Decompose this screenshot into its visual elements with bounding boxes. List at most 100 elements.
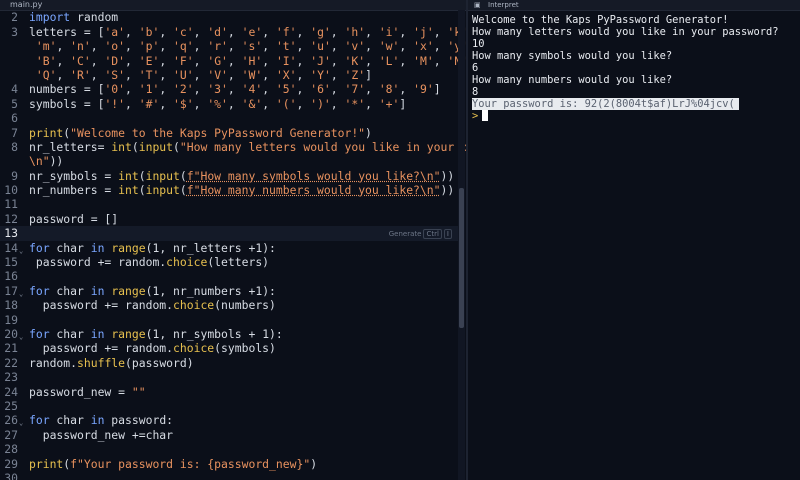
code-line[interactable]: 23 — [0, 370, 460, 384]
code-token: choice — [173, 298, 215, 313]
code-token: '!' — [104, 96, 126, 111]
code-token: ] — [399, 96, 407, 111]
line-number: 14 — [4, 240, 18, 255]
code-token: , — [193, 53, 208, 68]
code-line[interactable]: 19 — [0, 313, 460, 327]
code-token: 'f' — [275, 24, 297, 39]
code-line[interactable]: 5 symbols = ['!', '#', '$', '%', '&', '('… — [0, 97, 460, 111]
code-line[interactable]: 30 — [0, 471, 460, 480]
code-line[interactable]: 2 import random — [0, 10, 460, 24]
code-token: 's' — [241, 39, 263, 54]
code-text: password = [] — [29, 212, 118, 226]
line-number: 2 — [11, 10, 18, 25]
line-number: 8 — [11, 139, 18, 154]
code-line[interactable]: 6 — [0, 111, 460, 125]
code-line[interactable]: \n")) — [0, 154, 460, 168]
code-token: , — [296, 39, 311, 54]
code-token: , — [227, 39, 242, 54]
code-token: ')' — [310, 96, 331, 111]
code-line[interactable]: 26 ⌄ for char in password: — [0, 413, 460, 427]
code-line[interactable]: 'm', 'n', 'o', 'p', 'q', 'r', 's', 't', … — [0, 39, 466, 54]
code-line[interactable]: 'B', 'C', 'D', 'E', 'F', 'G', 'H', 'I', … — [0, 54, 466, 68]
code-token: 'K' — [344, 53, 366, 68]
code-token: password: — [104, 413, 174, 428]
line-number: 15 — [4, 255, 18, 270]
editor-scrollbar[interactable] — [459, 188, 464, 328]
code-line[interactable]: 24 password_new = "" — [0, 385, 460, 399]
code-token: , — [227, 96, 242, 111]
line-number: 6 — [11, 111, 18, 126]
code-token: 'C' — [70, 53, 91, 68]
console-line: 10 — [472, 38, 485, 50]
code-line[interactable]: 7 print("Welcome to the Kaps PyPassword G… — [0, 126, 460, 140]
code-token: ( — [138, 183, 146, 198]
code-token: 'E' — [138, 53, 160, 68]
code-text: for char in range(1, nr_letters +1): — [29, 241, 276, 255]
code-editor[interactable]: 1# Password Generator Project2import ran… — [0, 0, 466, 480]
code-text: nr_symbols = int(input(f"How many symbol… — [29, 169, 454, 183]
line-number: 26 — [4, 413, 18, 428]
code-token: '9' — [413, 82, 434, 97]
code-line[interactable]: 14 ⌄ for char in range(1, nr_letters +1): — [0, 241, 460, 255]
code-text: 'B', 'C', 'D', 'E', 'F', 'G', 'H', 'I', … — [29, 54, 466, 68]
code-token: password = [] — [29, 211, 119, 226]
console-line: How many symbols would you like? — [472, 50, 673, 62]
code-token: 'S' — [104, 67, 126, 82]
terminal-icon: ▣ — [474, 1, 481, 9]
code-line[interactable]: 9 nr_symbols = int(input(f"How many symbo… — [0, 169, 460, 183]
code-line[interactable]: 29 print(f"Your password is: {password_ne… — [0, 457, 460, 471]
code-line[interactable]: 21 password += random.choice(symbols) — [0, 341, 460, 355]
code-line[interactable]: 15 password += random.choice(letters) — [0, 255, 460, 269]
code-token: 'w' — [378, 39, 400, 54]
file-tab[interactable]: main.py — [10, 0, 42, 10]
code-line[interactable]: 8 nr_letters= int(input("How many letters… — [0, 139, 466, 154]
code-token: (letters) — [207, 255, 270, 270]
console-input-line[interactable]: > — [472, 110, 779, 122]
line-number: 4 — [11, 82, 18, 97]
code-token: , — [296, 96, 311, 111]
line-number: 16 — [4, 269, 18, 284]
code-line[interactable]: 'Q', 'R', 'S', 'T', 'U', 'V', 'W', 'X', … — [0, 68, 460, 82]
code-line[interactable]: 12 password = [] — [0, 212, 460, 226]
code-token: (1, nr_letters +1): — [145, 240, 276, 255]
code-token: 'h' — [344, 24, 366, 39]
code-line[interactable]: 16 — [0, 269, 460, 283]
code-line[interactable]: 18 password += random.choice(numbers) — [0, 298, 460, 312]
code-token: '%' — [207, 96, 228, 111]
generate-hint[interactable]: Generate Ctrl I — [389, 227, 452, 241]
code-line[interactable]: 22 random.shuffle(password) — [0, 356, 460, 370]
code-token: 'e' — [241, 24, 263, 39]
line-number: 12 — [4, 211, 18, 226]
code-token: password_new = — [29, 384, 132, 399]
code-token: '*' — [344, 96, 366, 111]
line-number: 27 — [4, 427, 18, 442]
code-token: , — [56, 53, 71, 68]
code-line[interactable]: 27 password_new +=char — [0, 428, 460, 442]
code-line[interactable]: 13 Generate Ctrl I — [0, 226, 460, 241]
code-line[interactable]: 17 ⌄ for char in range(1, nr_numbers +1): — [0, 284, 460, 298]
code-token: for — [29, 326, 50, 341]
code-token: password += random. — [29, 341, 174, 356]
code-line[interactable]: 25 — [0, 399, 460, 413]
console-pane[interactable]: ▣ Interpret Welcome to the Kaps PyPasswo… — [468, 0, 800, 480]
code-line[interactable]: 28 — [0, 442, 460, 456]
code-text: for char in password: — [29, 413, 173, 427]
console-line: How many letters would you like in your … — [472, 26, 779, 38]
code-area[interactable]: 1# Password Generator Project2import ran… — [0, 0, 466, 480]
code-token: int — [118, 183, 139, 198]
code-line[interactable]: 20 ⌄ for char in range(1, nr_symbols + 1): — [0, 327, 460, 341]
code-line[interactable]: 10 nr_numbers = int(input(f"How many numb… — [0, 183, 460, 197]
code-token: , — [159, 96, 174, 111]
code-line[interactable]: 3 letters = ['a', 'b', 'c', 'd', 'e', 'f'… — [0, 24, 466, 39]
code-token: choice — [173, 341, 215, 356]
line-number: 11 — [4, 197, 18, 212]
code-line[interactable]: 4 numbers = ['0', '1', '2', '3', '4', '5'… — [0, 82, 460, 96]
code-token: , — [296, 82, 311, 97]
code-token: , — [159, 53, 174, 68]
code-token: '#' — [138, 96, 160, 111]
code-line[interactable]: 11 — [0, 197, 460, 211]
console-tab-label[interactable]: Interpret — [488, 0, 519, 10]
code-text: print(f"Your password is: {password_new}… — [29, 457, 317, 471]
